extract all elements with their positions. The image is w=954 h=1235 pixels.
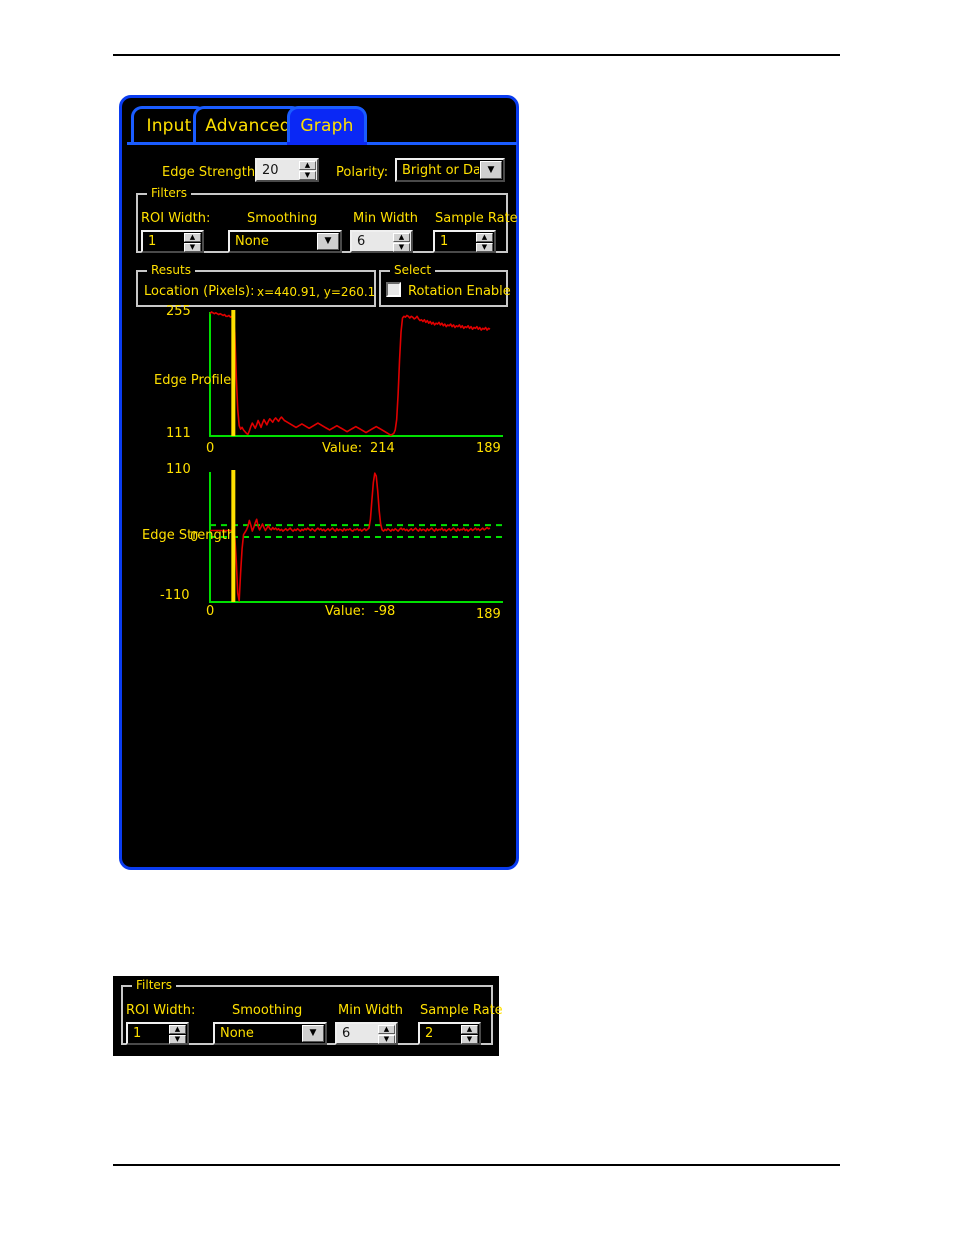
edge-strength-ymax-tick: 110 xyxy=(166,462,191,477)
location-label: Location (Pixels): xyxy=(144,284,255,299)
edge-strength-ymin-tick: -110 xyxy=(160,588,190,603)
edge-strength-axis-label-text: Edge Strength xyxy=(142,528,236,543)
roi-width-stepper-2[interactable]: 1 ▲ ▼ xyxy=(126,1022,189,1045)
smoothing-value: None xyxy=(235,234,269,249)
tab-graph[interactable]: Graph xyxy=(287,106,367,142)
tab-input-label: Input xyxy=(146,115,192,136)
edge-strength-xmax-tick: 189 xyxy=(476,607,501,622)
min-width-arrows-2[interactable]: ▲ ▼ xyxy=(378,1025,395,1044)
roi-width-up-arrow-2[interactable]: ▲ xyxy=(169,1025,186,1034)
sample-rate-stepper[interactable]: 1 ▲ ▼ xyxy=(433,230,496,253)
roi-width-up-arrow[interactable]: ▲ xyxy=(184,233,201,242)
chevron-down-icon[interactable]: ▼ xyxy=(302,1025,324,1042)
min-width-label: Min Width xyxy=(353,211,418,226)
filters-group-2-title: Filters xyxy=(132,978,176,992)
sample-rate-arrows[interactable]: ▲ ▼ xyxy=(476,233,493,252)
min-width-up-arrow-2[interactable]: ▲ xyxy=(378,1025,395,1034)
edge-tool-dialog: Input Advanced Graph Edge Strength 20 ▲ … xyxy=(119,95,519,870)
polarity-label: Polarity: xyxy=(336,165,389,180)
min-width-stepper-2[interactable]: 6 ▲ ▼ xyxy=(335,1022,398,1045)
sample-rate-up-arrow[interactable]: ▲ xyxy=(476,233,493,242)
sample-rate-arrows-2[interactable]: ▲ ▼ xyxy=(461,1025,478,1044)
edge-strength-value: 20 xyxy=(262,162,279,178)
edge-profile-axis-label-text: Edge Profile xyxy=(154,373,232,388)
edge-strength-down-arrow[interactable]: ▼ xyxy=(299,171,316,180)
smoothing-value-2: None xyxy=(220,1026,254,1041)
roi-width-value-2: 1 xyxy=(133,1026,142,1041)
edge-strength-chart: 110 0 -110 Edge Strength 0 189 Value: -9… xyxy=(122,462,522,623)
edge-profile-xmax-tick: 189 xyxy=(476,441,501,456)
smoothing-select-2[interactable]: None ▼ xyxy=(213,1022,327,1045)
sample-rate-stepper-2[interactable]: 2 ▲ ▼ xyxy=(418,1022,481,1045)
results-group-title: Resuts xyxy=(147,263,195,277)
polarity-select[interactable]: Bright or Dark ▼ xyxy=(395,158,505,182)
edge-strength-value: -98 xyxy=(374,604,396,619)
roi-width-down-arrow[interactable]: ▼ xyxy=(184,243,201,252)
min-width-up-arrow[interactable]: ▲ xyxy=(393,233,410,242)
roi-width-label: ROI Width: xyxy=(141,211,211,226)
edge-strength-axis-label: Edge Strength xyxy=(142,528,235,543)
edge-strength-stepper[interactable]: 20 ▲ ▼ xyxy=(255,158,319,182)
min-width-arrows[interactable]: ▲ ▼ xyxy=(393,233,410,252)
edge-strength-up-arrow[interactable]: ▲ xyxy=(299,161,316,170)
sample-rate-value: 1 xyxy=(440,234,449,249)
roi-width-label-2: ROI Width: xyxy=(126,1003,196,1018)
sample-rate-label: Sample Rate xyxy=(435,211,518,226)
edge-profile-chart: 255 111 Edge Profile 0 189 Value: 214 xyxy=(122,304,522,456)
smoothing-select[interactable]: None ▼ xyxy=(228,230,342,253)
tab-active-underline-break xyxy=(287,142,367,145)
sample-rate-down-arrow[interactable]: ▼ xyxy=(476,243,493,252)
roi-width-stepper[interactable]: 1 ▲ ▼ xyxy=(141,230,204,253)
edge-profile-xmin-tick: 0 xyxy=(206,441,215,456)
filters-group-title: Filters xyxy=(147,186,191,200)
min-width-value: 6 xyxy=(357,234,366,249)
edge-profile-ymin-tick: 111 xyxy=(166,426,191,441)
min-width-down-arrow-2[interactable]: ▼ xyxy=(378,1035,395,1044)
filters-panel-secondary: Filters ROI Width: Smoothing Min Width S… xyxy=(113,976,503,1056)
smoothing-label-2: Smoothing xyxy=(232,1003,303,1018)
tab-bar: Input Advanced Graph xyxy=(122,106,517,146)
page-footer-rule xyxy=(113,1164,840,1166)
tab-graph-label: Graph xyxy=(300,115,354,136)
sample-rate-down-arrow-2[interactable]: ▼ xyxy=(461,1035,478,1044)
tab-advanced-label: Advanced xyxy=(205,115,291,136)
edge-strength-label: Edge Strength xyxy=(162,165,256,180)
min-width-label-2: Min Width xyxy=(338,1003,403,1018)
roi-width-arrows-2[interactable]: ▲ ▼ xyxy=(169,1025,186,1044)
chevron-down-icon[interactable]: ▼ xyxy=(480,161,502,179)
smoothing-label: Smoothing xyxy=(247,211,318,226)
roi-width-down-arrow-2[interactable]: ▼ xyxy=(169,1035,186,1044)
sample-rate-label-2: Sample Rate xyxy=(420,1003,503,1018)
select-group-title: Select xyxy=(390,263,436,277)
roi-width-arrows[interactable]: ▲ ▼ xyxy=(184,233,201,252)
rotation-enable-label: Rotation Enable xyxy=(408,284,511,299)
min-width-down-arrow[interactable]: ▼ xyxy=(393,243,410,252)
sample-rate-up-arrow-2[interactable]: ▲ xyxy=(461,1025,478,1034)
edge-profile-value-label: Value: xyxy=(322,441,363,456)
edge-strength-value-label: Value: xyxy=(325,604,366,619)
rotation-enable-checkbox[interactable] xyxy=(386,282,401,297)
min-width-value-2: 6 xyxy=(342,1026,351,1041)
edge-profile-value: 214 xyxy=(370,441,395,456)
location-value: x=440.91, y=260.1 xyxy=(257,285,380,299)
min-width-stepper[interactable]: 6 ▲ ▼ xyxy=(350,230,413,253)
edge-profile-axis-label: Edge Profile xyxy=(154,373,231,388)
edge-profile-ymax-tick: 255 xyxy=(166,304,191,319)
chevron-down-icon[interactable]: ▼ xyxy=(317,233,339,250)
roi-width-value: 1 xyxy=(148,234,157,249)
polarity-value: Bright or Dark xyxy=(402,162,479,178)
edge-strength-arrows[interactable]: ▲ ▼ xyxy=(299,161,316,180)
page-header-rule xyxy=(113,54,840,56)
edge-strength-xmin-tick: 0 xyxy=(206,604,215,619)
sample-rate-value-2: 2 xyxy=(425,1026,434,1041)
